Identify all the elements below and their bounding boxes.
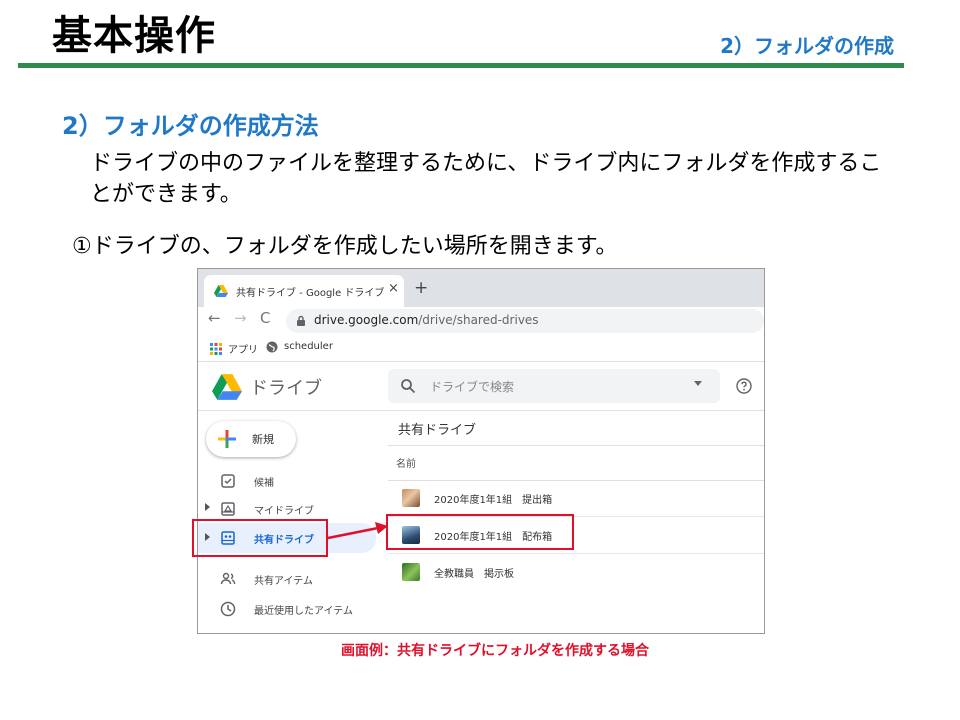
sidebar-item-shared-with-me[interactable]: 共有アイテム: [198, 565, 386, 593]
drive-favicon-icon: [214, 285, 228, 297]
sidebar-item-label: 共有アイテム: [254, 576, 313, 587]
section-heading: 2）フォルダの作成方法: [62, 112, 319, 140]
my-drive-icon: [221, 502, 235, 516]
callout-arrow-icon: [327, 522, 388, 540]
new-button-label: 新規: [252, 433, 274, 446]
drive-app-name: ドライブ: [250, 378, 322, 399]
content-title: 共有ドライブ: [398, 423, 477, 438]
globe-icon: [266, 341, 278, 353]
slide: { "slide": { "title": "基本操作", "section":…: [0, 0, 960, 720]
section-label: 2）フォルダの作成: [720, 34, 894, 58]
bookmark-apps[interactable]: アプリ: [228, 341, 258, 356]
intro-text: ドライブの中のファイルを整理するために、ドライブ内にフォルダを作成することができ…: [90, 151, 882, 207]
slide-title: 基本操作: [52, 13, 216, 59]
check-box-icon: [221, 474, 235, 488]
sidebar-item-suggestions[interactable]: 候補: [198, 467, 386, 495]
search-icon[interactable]: [400, 378, 416, 394]
screenshot-caption: 画面例：共有ドライブにフォルダを作成する場合: [341, 643, 649, 659]
drive-header: ドライブ ドライブで検索: [198, 362, 764, 411]
people-icon: [220, 572, 236, 585]
url-path: /drive/shared-drives: [418, 313, 539, 327]
highlight-box-shared-drives: [192, 519, 328, 557]
search-options-caret-icon[interactable]: [694, 381, 702, 386]
bookmarks-bar: アプリ scheduler: [198, 335, 764, 362]
browser-tab-bar: 共有ドライブ - Google ドライブ × +: [198, 269, 764, 307]
expand-arrow-icon[interactable]: [205, 503, 210, 511]
address-bar[interactable]: drive.google.com/drive/shared-drives: [286, 309, 764, 333]
back-arrow-icon[interactable]: ←: [208, 309, 221, 327]
clock-icon: [220, 601, 236, 617]
reload-icon[interactable]: C: [260, 309, 270, 327]
drive-screenshot: 共有ドライブ - Google ドライブ × + ← → C drive.goo…: [197, 268, 765, 634]
new-tab-icon[interactable]: +: [414, 278, 428, 298]
drive-search-input[interactable]: ドライブで検索: [388, 369, 720, 403]
tab-title: 共有ドライブ - Google ドライブ: [236, 288, 385, 299]
drive-logo-icon[interactable]: [212, 374, 242, 400]
name-column-header[interactable]: 名前: [396, 455, 416, 470]
sidebar-item-label: マイドライブ: [254, 506, 314, 517]
title-divider: [18, 63, 904, 68]
drive-thumbnail-icon: [402, 489, 420, 507]
shared-drive-row[interactable]: 2020年度1年1組 提出箱: [388, 480, 764, 517]
url-text: drive.google.com/drive/shared-drives: [314, 313, 539, 327]
search-placeholder: ドライブで検索: [430, 380, 515, 394]
plus-icon: [218, 430, 236, 448]
shared-drive-row[interactable]: 全教職員 掲示板: [388, 554, 764, 590]
apps-grid-icon[interactable]: [210, 343, 222, 355]
browser-tab[interactable]: 共有ドライブ - Google ドライブ ×: [204, 275, 404, 307]
close-tab-icon[interactable]: ×: [388, 281, 399, 296]
url-host: drive.google.com: [314, 313, 419, 327]
highlight-box-target-drive: [386, 514, 574, 550]
sidebar-item-label: 候補: [254, 478, 274, 489]
column-header: 名前: [388, 445, 764, 481]
drive-thumbnail-icon: [402, 563, 420, 581]
forward-arrow-icon[interactable]: →: [234, 309, 247, 327]
drive-name: 全教職員 掲示板: [434, 569, 514, 580]
sidebar-item-label: 最近使用したアイテム: [254, 606, 353, 617]
new-button[interactable]: 新規: [206, 421, 296, 457]
step-text: ①ドライブの、フォルダを作成したい場所を開きます。: [72, 234, 618, 259]
lock-icon: [297, 315, 305, 326]
sidebar-item-recent[interactable]: 最近使用したアイテム: [198, 595, 386, 623]
bookmark-scheduler[interactable]: scheduler: [284, 341, 333, 352]
drive-name: 2020年度1年1組 提出箱: [434, 495, 553, 506]
help-icon[interactable]: [736, 378, 752, 394]
